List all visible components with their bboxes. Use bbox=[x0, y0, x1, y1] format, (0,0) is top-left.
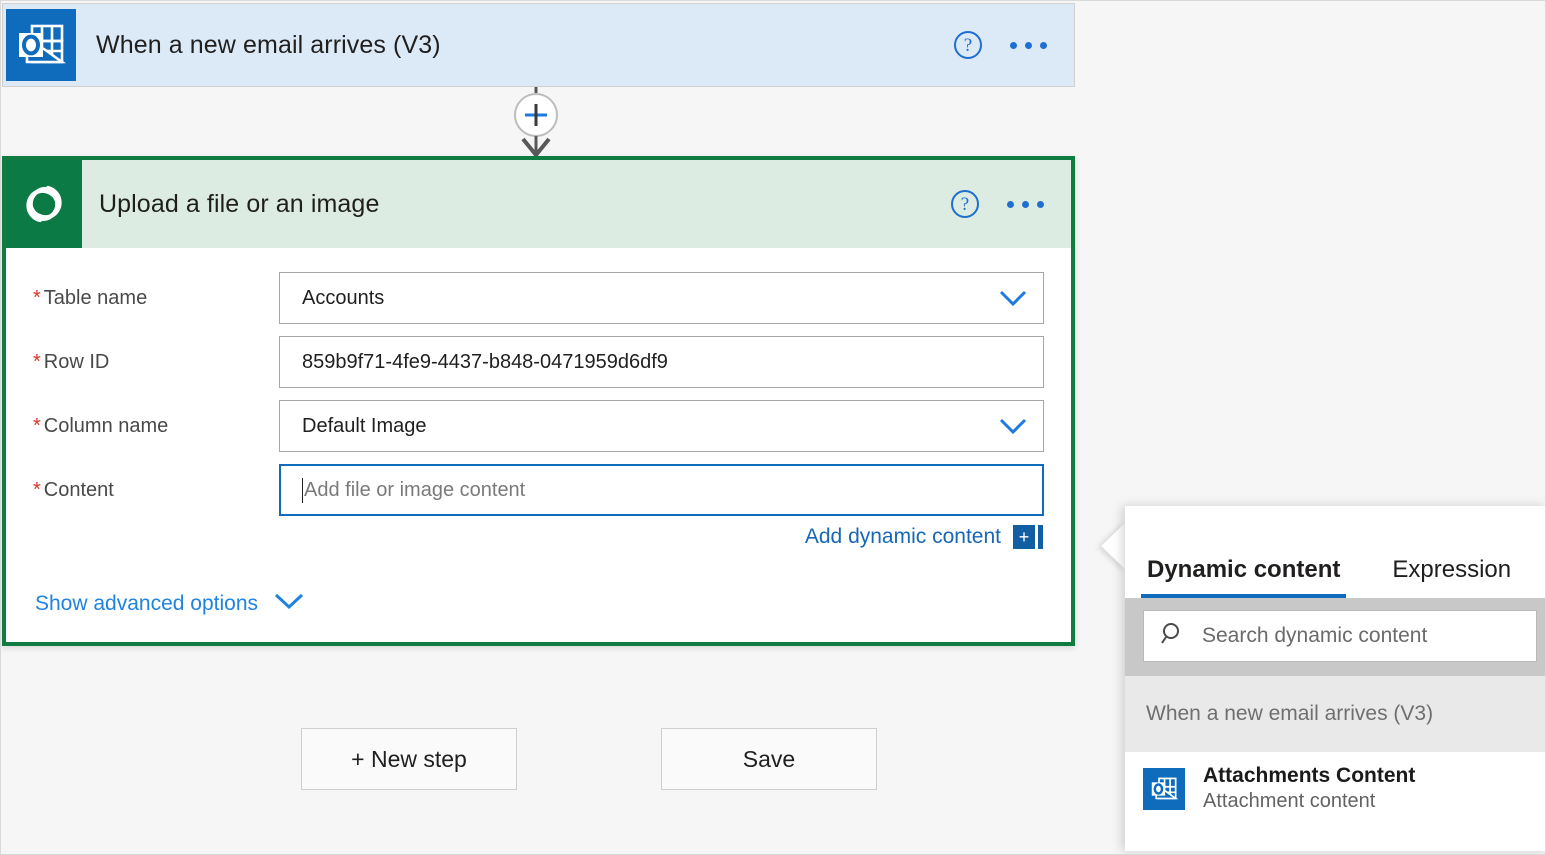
dynamic-content-search-band: Search dynamic content bbox=[1125, 598, 1546, 676]
label-text: Table name bbox=[44, 287, 147, 309]
chevron-down-icon[interactable] bbox=[997, 416, 1029, 436]
row-id-value: 859b9f71-4fe9-4437-b848-0471959d6df9 bbox=[302, 351, 668, 374]
more-options-icon[interactable] bbox=[1010, 42, 1047, 49]
chevron-down-icon[interactable] bbox=[997, 288, 1029, 308]
add-dynamic-content-row: Add dynamic content + bbox=[33, 525, 1044, 549]
add-dynamic-content-icon[interactable]: + bbox=[1013, 525, 1043, 549]
save-button[interactable]: Save bbox=[661, 728, 877, 790]
show-advanced-options-label: Show advanced options bbox=[35, 592, 258, 616]
content-placeholder: Add file or image content bbox=[304, 479, 525, 502]
list-item-subtitle: Attachment content bbox=[1203, 790, 1415, 813]
dynamic-content-tabs: Dynamic content Expression bbox=[1125, 506, 1546, 598]
tab-dynamic-content[interactable]: Dynamic content bbox=[1141, 556, 1346, 598]
list-item-text: Attachments Content Attachment content bbox=[1203, 764, 1415, 813]
field-table-name: *Table name Accounts bbox=[33, 272, 1044, 324]
label-text: Content bbox=[44, 479, 114, 501]
field-content: *Content Add file or image content bbox=[33, 464, 1044, 516]
step-connector bbox=[506, 87, 566, 157]
field-label-content: *Content bbox=[33, 479, 279, 502]
row-id-input[interactable]: 859b9f71-4fe9-4437-b848-0471959d6df9 bbox=[279, 336, 1044, 388]
dynamic-content-group-header: When a new email arrives (V3) bbox=[1125, 676, 1546, 752]
add-dynamic-content-link[interactable]: Add dynamic content bbox=[805, 525, 1001, 549]
column-name-dropdown[interactable]: Default Image bbox=[279, 400, 1044, 452]
field-label-column-name: *Column name bbox=[33, 415, 279, 438]
trigger-card[interactable]: When a new email arrives (V3) ? bbox=[2, 3, 1075, 87]
dynamic-content-callout-arrow bbox=[1101, 522, 1126, 570]
outlook-icon bbox=[1143, 768, 1185, 810]
field-column-name: *Column name Default Image bbox=[33, 400, 1044, 452]
table-name-dropdown[interactable]: Accounts bbox=[279, 272, 1044, 324]
list-item[interactable]: Attachments Content Attachment content bbox=[1125, 752, 1546, 825]
add-dynamic-content-plus: + bbox=[1013, 525, 1035, 549]
label-text: Column name bbox=[44, 415, 169, 437]
new-step-button[interactable]: + New step bbox=[301, 728, 517, 790]
required-marker: * bbox=[33, 479, 41, 501]
field-row-id: *Row ID 859b9f71-4fe9-4437-b848-0471959d… bbox=[33, 336, 1044, 388]
search-dynamic-content-input[interactable]: Search dynamic content bbox=[1143, 610, 1537, 662]
label-text: Row ID bbox=[44, 351, 110, 373]
action-actions: ? bbox=[951, 190, 1071, 218]
search-placeholder: Search dynamic content bbox=[1202, 624, 1427, 648]
action-title: Upload a file or an image bbox=[82, 190, 379, 219]
trigger-icon-wrap bbox=[3, 3, 79, 87]
content-input[interactable]: Add file or image content bbox=[279, 464, 1044, 516]
show-advanced-options[interactable]: Show advanced options bbox=[33, 591, 1044, 616]
footer-buttons: + New step Save bbox=[301, 728, 877, 790]
required-marker: * bbox=[33, 351, 41, 373]
trigger-actions: ? bbox=[954, 31, 1074, 59]
required-marker: * bbox=[33, 415, 41, 437]
help-icon[interactable]: ? bbox=[951, 190, 979, 218]
flow-designer-canvas: When a new email arrives (V3) ? bbox=[0, 0, 1546, 855]
field-label-row-id: *Row ID bbox=[33, 351, 279, 374]
action-card-upload-file[interactable]: Upload a file or an image ? *Table name … bbox=[2, 156, 1075, 646]
field-label-table-name: *Table name bbox=[33, 287, 279, 310]
action-card-header: Upload a file or an image ? bbox=[6, 160, 1071, 248]
more-options-icon[interactable] bbox=[1007, 201, 1044, 208]
outlook-icon bbox=[6, 9, 76, 81]
help-icon[interactable]: ? bbox=[954, 31, 982, 59]
list-item-title: Attachments Content bbox=[1203, 764, 1415, 788]
dynamic-content-panel: Dynamic content Expression Search dynami… bbox=[1125, 506, 1546, 851]
add-dynamic-content-bar bbox=[1038, 525, 1043, 549]
dataverse-icon bbox=[6, 160, 82, 248]
action-card-body: *Table name Accounts *Row ID 85 bbox=[6, 248, 1071, 616]
trigger-title: When a new email arrives (V3) bbox=[79, 31, 441, 60]
chevron-down-icon bbox=[272, 591, 306, 616]
tab-expression[interactable]: Expression bbox=[1386, 556, 1517, 598]
search-icon bbox=[1160, 621, 1186, 652]
text-caret bbox=[302, 478, 303, 503]
column-name-value: Default Image bbox=[302, 415, 427, 438]
table-name-value: Accounts bbox=[302, 287, 384, 310]
required-marker: * bbox=[33, 287, 41, 309]
